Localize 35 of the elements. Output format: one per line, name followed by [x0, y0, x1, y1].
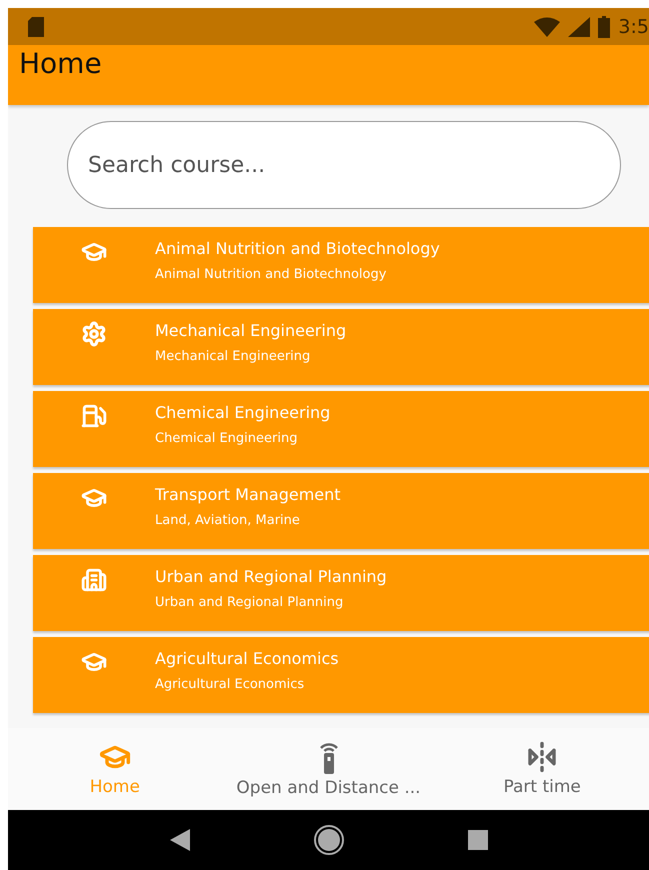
flip-icon	[526, 741, 558, 773]
course-title: Chemical Engineering	[155, 403, 330, 422]
course-subtitle: Agricultural Economics	[155, 677, 306, 692]
course-title: Mechanical Engineering	[155, 321, 346, 340]
course-subtitle: Chemical Engineering	[155, 431, 298, 446]
course-card[interactable]: Chemical Engineering Chemical Engineering	[33, 391, 649, 467]
battery-icon	[598, 16, 610, 38]
building-icon	[81, 567, 107, 593]
back-icon[interactable]	[170, 829, 190, 851]
status-time: 3:5	[618, 16, 649, 38]
course-title: Urban and Regional Planning	[155, 567, 387, 586]
nav-tab[interactable]: Part time	[435, 728, 649, 810]
course-card[interactable]: Mechanical Engineering Mechanical Engineering	[33, 309, 649, 385]
fuel-pump-icon	[81, 403, 107, 429]
search-field[interactable]: Search course...	[67, 121, 621, 209]
wifi-icon	[534, 16, 560, 36]
course-card[interactable]: Animal Nutrition and Biotechnology Animal Nutrition and Biotechnology	[33, 227, 649, 303]
course-subtitle: Urban and Regional Planning	[155, 595, 344, 610]
course-subtitle: Mechanical Engineering	[155, 349, 312, 364]
signal-icon	[568, 16, 590, 36]
sd-card-icon	[26, 16, 46, 38]
course-card[interactable]: Transport Management Land, Aviation, Marine	[33, 473, 649, 549]
nav-tab[interactable]: Open and Distance ...	[222, 728, 436, 810]
course-title: Agricultural Economics	[155, 649, 339, 668]
course-card[interactable]: Agricultural Economics Agricultural Economics	[33, 637, 649, 713]
course-title: Animal Nutrition and Biotechnology	[155, 239, 440, 258]
settings-icon	[81, 321, 107, 347]
course-card[interactable]: Urban and Regional Planning Urban and Regional Planning	[33, 555, 649, 631]
nav-tab[interactable]: Home	[8, 728, 222, 810]
course-subtitle: Animal Nutrition and Biotechnology	[155, 267, 388, 282]
course-title: Transport Management	[155, 485, 341, 504]
app-bar-title: Home	[19, 47, 102, 80]
home-icon[interactable]	[312, 824, 344, 856]
recents-icon[interactable]	[468, 830, 488, 850]
course-subtitle: Land, Aviation, Marine	[155, 513, 301, 528]
